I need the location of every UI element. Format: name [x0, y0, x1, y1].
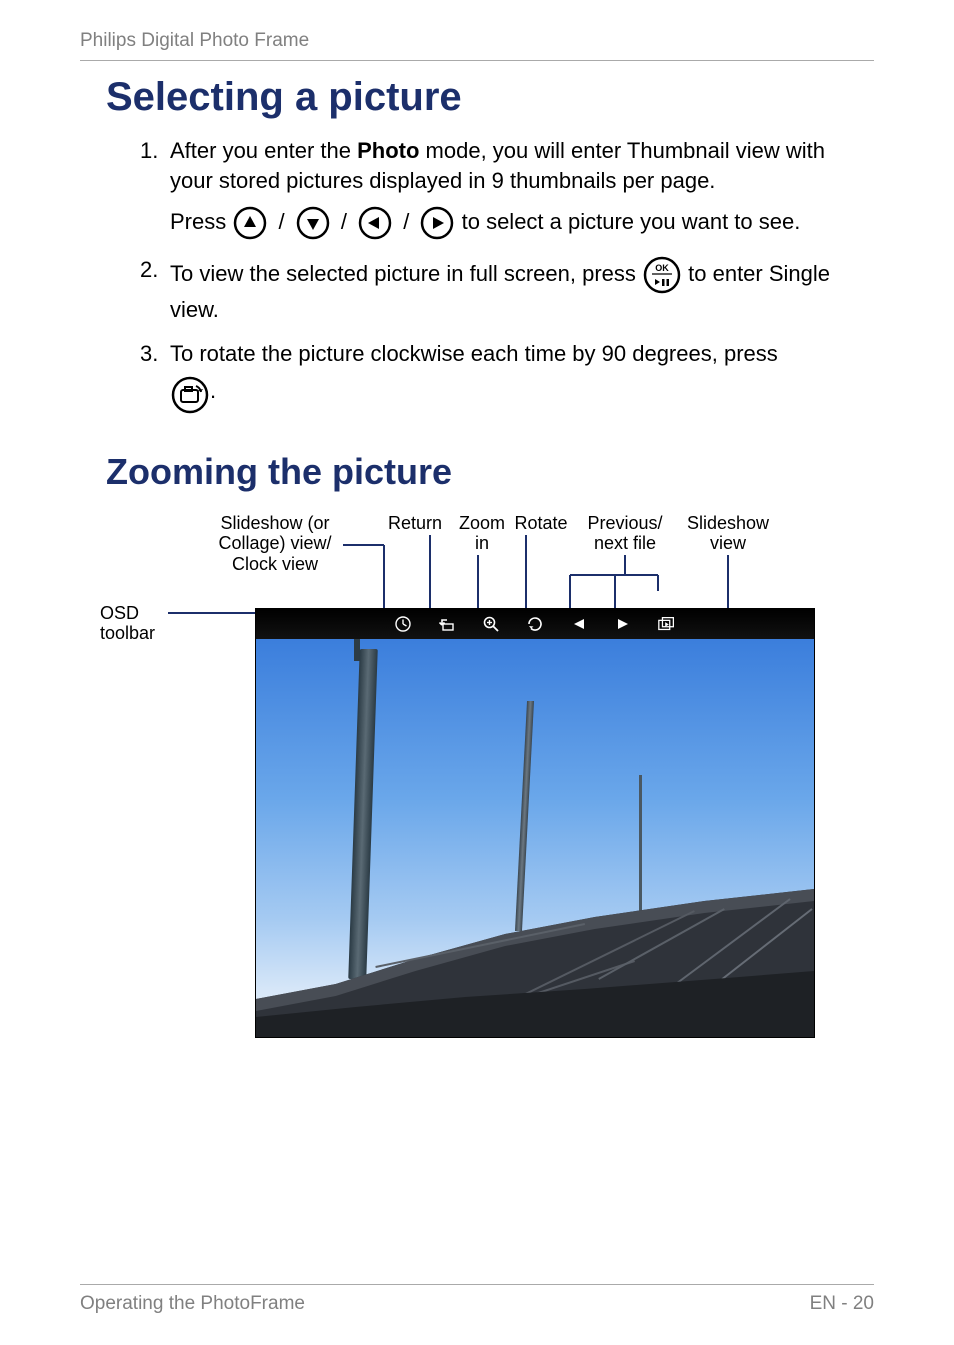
footer-right: EN - 20 — [810, 1293, 874, 1315]
down-button-icon — [295, 205, 331, 241]
list-number: 1. — [140, 136, 170, 241]
next-icon — [613, 614, 633, 634]
press-label: Press — [170, 209, 232, 234]
header-rule — [80, 60, 874, 61]
up-button-icon — [232, 205, 268, 241]
text: . — [210, 378, 216, 403]
prev-icon — [569, 614, 589, 634]
zoom-in-icon — [481, 614, 501, 634]
list-item: 1. After you enter the Photo mode, you w… — [140, 136, 864, 241]
footer-rule — [80, 1284, 874, 1285]
section-heading-selecting: Selecting a picture — [106, 75, 874, 120]
slideshow-icon — [657, 614, 677, 634]
photo-image — [256, 639, 814, 1038]
clock-icon — [393, 614, 413, 634]
bold-text: Photo — [357, 138, 419, 163]
page-footer: Operating the PhotoFrame EN - 20 — [80, 1284, 874, 1315]
osd-diagram: OSD toolbar Slideshow (or Collage) view/… — [100, 513, 894, 1143]
separator: / — [341, 209, 347, 234]
photo-preview — [255, 608, 815, 1038]
return-icon — [437, 614, 457, 634]
ordered-list: 1. After you enter the Photo mode, you w… — [140, 136, 864, 429]
rotate-button-icon — [170, 375, 210, 415]
osd-toolbar — [256, 609, 814, 639]
list-body: To view the selected picture in full scr… — [170, 255, 864, 325]
section-heading-zooming: Zooming the picture — [106, 451, 874, 493]
separator: / — [278, 209, 284, 234]
left-button-icon — [357, 205, 393, 241]
list-body: After you enter the Photo mode, you will… — [170, 136, 864, 241]
list-item: 2. To view the selected picture in full … — [140, 255, 864, 325]
list-item: 3. To rotate the picture clockwise each … — [140, 339, 864, 415]
manual-page: Philips Digital Photo Frame Selecting a … — [0, 0, 954, 1345]
svg-text:OK: OK — [655, 263, 669, 273]
list-body: To rotate the picture clockwise each tim… — [170, 339, 864, 415]
select-label: to select a picture you want to see. — [462, 209, 801, 234]
header-title: Philips Digital Photo Frame — [80, 30, 874, 52]
list-number: 3. — [140, 339, 170, 415]
list-number: 2. — [140, 255, 170, 325]
text: To rotate the picture clockwise each tim… — [170, 341, 778, 366]
separator: / — [403, 209, 409, 234]
footer-left: Operating the PhotoFrame — [80, 1293, 305, 1315]
ok-button-icon: OK — [642, 255, 682, 295]
right-button-icon — [419, 205, 455, 241]
text: After you enter the — [170, 138, 357, 163]
rotate-icon — [525, 614, 545, 634]
text: To view the selected picture in full scr… — [170, 261, 642, 286]
